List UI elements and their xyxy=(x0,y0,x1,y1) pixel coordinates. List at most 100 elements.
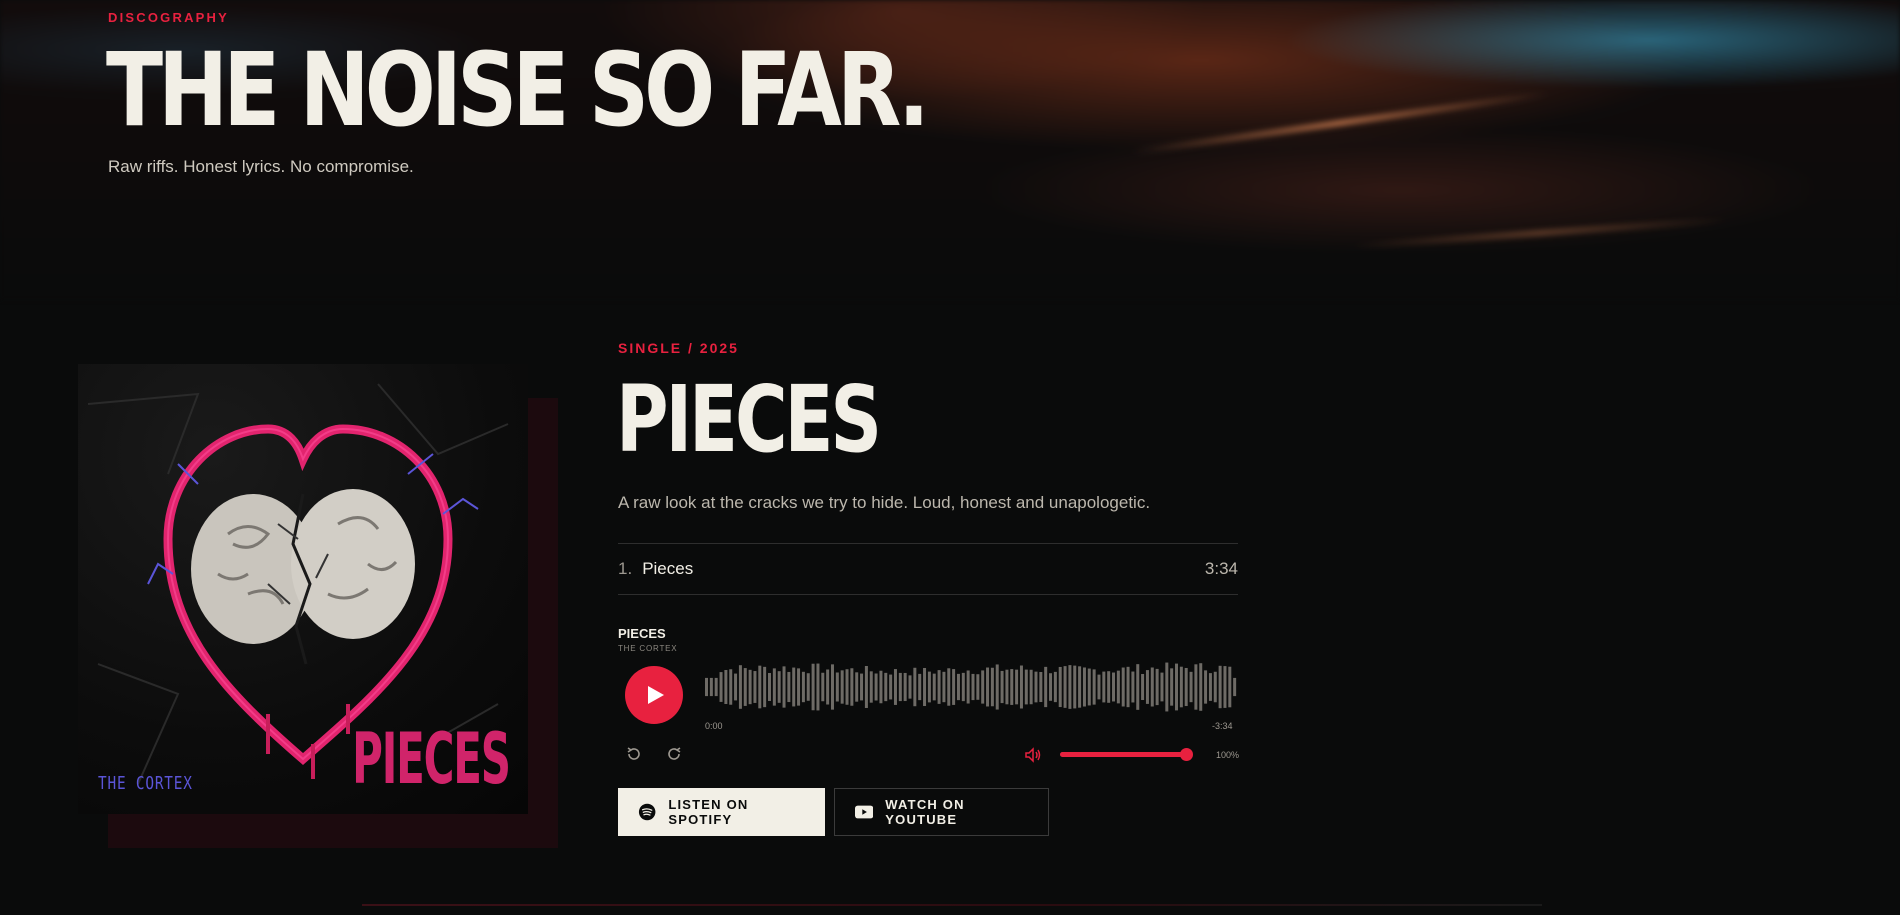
player-track-title: PIECES xyxy=(618,626,666,641)
waveform-bar xyxy=(811,663,815,711)
waveform-bar xyxy=(729,669,733,705)
track-row[interactable]: 1. Pieces 3:34 xyxy=(618,543,1238,595)
volume-icon[interactable] xyxy=(1024,746,1042,764)
time-remaining: -3:34 xyxy=(1212,721,1233,731)
track-number: 1. xyxy=(618,559,633,578)
waveform-bar xyxy=(1049,673,1053,701)
waveform-bar xyxy=(1039,671,1043,703)
waveform-bar xyxy=(923,667,927,707)
waveform-bar xyxy=(1116,670,1120,704)
waveform-bar xyxy=(758,665,762,709)
waveform-bar xyxy=(1131,671,1135,703)
waveform-bar xyxy=(1184,667,1188,707)
waveform-bar xyxy=(801,671,805,703)
waveform-bar xyxy=(826,669,830,705)
waveform-bar xyxy=(772,668,776,706)
track-duration: 3:34 xyxy=(1204,559,1238,578)
waveform-bar xyxy=(1218,665,1222,709)
waveform-bar xyxy=(961,672,965,702)
waveform-bar xyxy=(869,671,873,703)
waveform-bar xyxy=(763,666,767,708)
waveform-bar xyxy=(1063,666,1067,708)
play-button[interactable] xyxy=(625,666,683,724)
waveform-bar xyxy=(1223,666,1227,708)
waveform-bar xyxy=(874,673,878,701)
time-current: 0:00 xyxy=(705,721,723,731)
waveform-bar xyxy=(966,670,970,704)
waveform-bar xyxy=(1053,671,1057,703)
waveform-bar xyxy=(1141,673,1145,701)
youtube-button-label: WATCH ON YOUTUBE xyxy=(885,797,965,827)
volume-slider[interactable] xyxy=(1060,748,1193,761)
waveform-bar xyxy=(1078,666,1082,708)
waveform-bar xyxy=(777,671,781,703)
waveform-bar xyxy=(1092,669,1096,705)
watch-on-youtube-button[interactable]: WATCH ON YOUTUBE xyxy=(834,788,1049,836)
waveform-bar xyxy=(1155,668,1159,706)
waveform-bar xyxy=(1189,671,1193,703)
waveform-bar xyxy=(830,664,834,710)
waveform-bar xyxy=(845,669,849,705)
waveform-bar xyxy=(714,677,718,697)
release-title: PIECES xyxy=(616,366,882,473)
release-type-year: SINGLE / 2025 xyxy=(618,340,739,356)
waveform-bar xyxy=(971,673,975,701)
volume-level xyxy=(1060,752,1186,757)
waveform-bar xyxy=(981,670,985,704)
waveform-bar xyxy=(889,674,893,700)
waveform-bar xyxy=(840,670,844,704)
waveform-bar xyxy=(767,673,771,701)
waveform-bar xyxy=(908,675,912,699)
waveform-bar xyxy=(850,668,854,706)
waveform-bar xyxy=(1102,671,1106,703)
listen-on-spotify-button[interactable]: LISTEN ON SPOTIFY xyxy=(618,788,825,836)
waveform-bar xyxy=(995,664,999,710)
waveform-bar xyxy=(787,671,791,703)
track-name: Pieces xyxy=(642,559,694,578)
waveform-bar xyxy=(1233,677,1237,697)
spotify-icon xyxy=(638,803,656,821)
waveform-bar xyxy=(1024,669,1028,705)
waveform-scrubber[interactable] xyxy=(705,661,1238,713)
section-eyebrow: DISCOGRAPHY xyxy=(108,10,229,25)
waveform-bar xyxy=(705,677,708,697)
volume-knob[interactable] xyxy=(1180,748,1193,761)
section-divider xyxy=(362,904,1542,906)
waveform-bar xyxy=(1165,662,1169,712)
waveform-bar xyxy=(942,671,946,703)
waveform-bar xyxy=(1097,674,1101,700)
waveform-bar xyxy=(719,672,723,702)
waveform-bar xyxy=(1058,666,1062,708)
page-title: THE NOISE SO FAR. xyxy=(106,31,930,150)
play-icon xyxy=(648,686,664,704)
waveform-bar xyxy=(1015,669,1019,705)
rewind-icon[interactable] xyxy=(625,745,643,763)
waveform-bar xyxy=(932,673,936,701)
waveform-bar xyxy=(1034,671,1038,703)
album-art-band-name: THE CORTEX xyxy=(98,773,193,794)
album-art: THE CORTEX PIECES xyxy=(78,364,528,814)
waveform-bar xyxy=(1073,665,1077,709)
waveform-bar xyxy=(734,673,738,701)
waveform-bar xyxy=(976,674,980,700)
waveform-bar xyxy=(1087,668,1091,706)
waveform-bar xyxy=(748,669,752,705)
waveform-bar xyxy=(927,671,931,703)
waveform-bar xyxy=(1107,671,1111,703)
waveform-bar xyxy=(898,672,902,702)
track-info: 1. Pieces xyxy=(618,559,693,579)
forward-icon[interactable] xyxy=(665,745,683,763)
waveform-bar xyxy=(1194,664,1198,710)
waveform-bar xyxy=(816,663,820,711)
waveform-bar xyxy=(1136,664,1140,710)
waveform-bar xyxy=(893,669,897,705)
waveform-bar xyxy=(1179,666,1183,708)
waveform-bar xyxy=(1199,663,1203,711)
waveform-bar xyxy=(1029,669,1033,705)
waveform-bar xyxy=(1145,670,1149,704)
waveform-bar xyxy=(952,669,956,705)
waveform-bar xyxy=(1112,672,1116,702)
waveform-bar xyxy=(1068,665,1072,709)
waveform-bar xyxy=(797,668,801,706)
waveform-bar xyxy=(835,672,839,702)
